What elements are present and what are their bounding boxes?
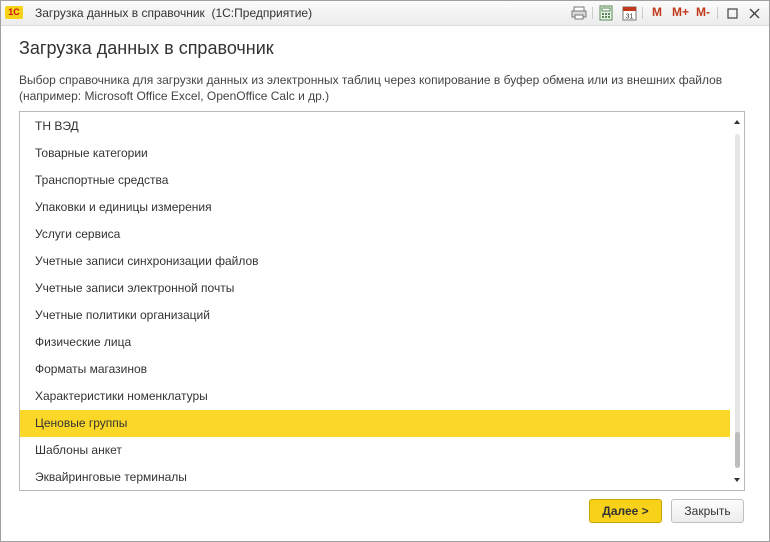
- list-item[interactable]: Учетные записи синхронизации файлов: [20, 248, 730, 275]
- memory-plus-button[interactable]: M+: [672, 5, 689, 19]
- list-item[interactable]: Услуги сервиса: [20, 221, 730, 248]
- memory-minus-button[interactable]: M-: [696, 5, 710, 19]
- restore-icon[interactable]: [725, 5, 739, 21]
- close-icon[interactable]: [747, 5, 761, 21]
- list-item[interactable]: Ценовые группы: [20, 410, 730, 437]
- list-item[interactable]: Товарные категории: [20, 140, 730, 167]
- calendar-icon[interactable]: 31: [621, 5, 637, 21]
- app-logo-icon: 1С: [5, 6, 23, 19]
- toolbar-separator: [592, 7, 593, 19]
- window-title-text: Загрузка данных в справочник: [35, 6, 205, 20]
- svg-text:31: 31: [625, 14, 633, 21]
- vertical-scrollbar[interactable]: [730, 112, 744, 490]
- page-title: Загрузка данных в справочник: [19, 38, 274, 58]
- scroll-up-icon[interactable]: [734, 120, 740, 124]
- calculator-icon[interactable]: [598, 5, 614, 21]
- form-description: Выбор справочника для загрузки данных из…: [19, 73, 723, 103]
- close-button[interactable]: Закрыть: [671, 499, 744, 523]
- list-item[interactable]: Физические лица: [20, 329, 730, 356]
- next-button[interactable]: Далее >: [589, 499, 662, 523]
- list-item[interactable]: Упаковки и единицы измерения: [20, 194, 730, 221]
- toolbar-separator: [642, 7, 643, 19]
- scroll-down-icon[interactable]: [734, 478, 740, 482]
- list-item[interactable]: Эквайринговые терминалы: [20, 464, 730, 490]
- list-item[interactable]: Шаблоны анкет: [20, 437, 730, 464]
- list-item[interactable]: Транспортные средства: [20, 167, 730, 194]
- window-app-name: (1С:Предприятие): [211, 6, 313, 20]
- list-item[interactable]: Характеристики номенклатуры: [20, 383, 730, 410]
- toolbar-separator: [717, 7, 718, 19]
- scroll-thumb[interactable]: [735, 432, 740, 468]
- list-item[interactable]: ТН ВЭД: [20, 113, 730, 140]
- scroll-track[interactable]: [735, 134, 740, 468]
- window-title: Загрузка данных в справочник (1С:Предпри…: [35, 6, 312, 20]
- catalog-list[interactable]: ТН ВЭД Товарные категории Транспортные сре…: [19, 111, 745, 491]
- list-item[interactable]: Учетные политики организаций: [20, 302, 730, 329]
- list-item[interactable]: Форматы магазинов: [20, 356, 730, 383]
- dialog-window: 1С Загрузка данных в справочник (1С:Пред…: [0, 0, 770, 542]
- memory-m-button[interactable]: M: [652, 5, 662, 19]
- list-item[interactable]: Учетные записи электронной почты: [20, 275, 730, 302]
- title-bar: 1С Загрузка данных в справочник (1С:Пред…: [1, 1, 769, 26]
- print-icon[interactable]: [571, 5, 587, 21]
